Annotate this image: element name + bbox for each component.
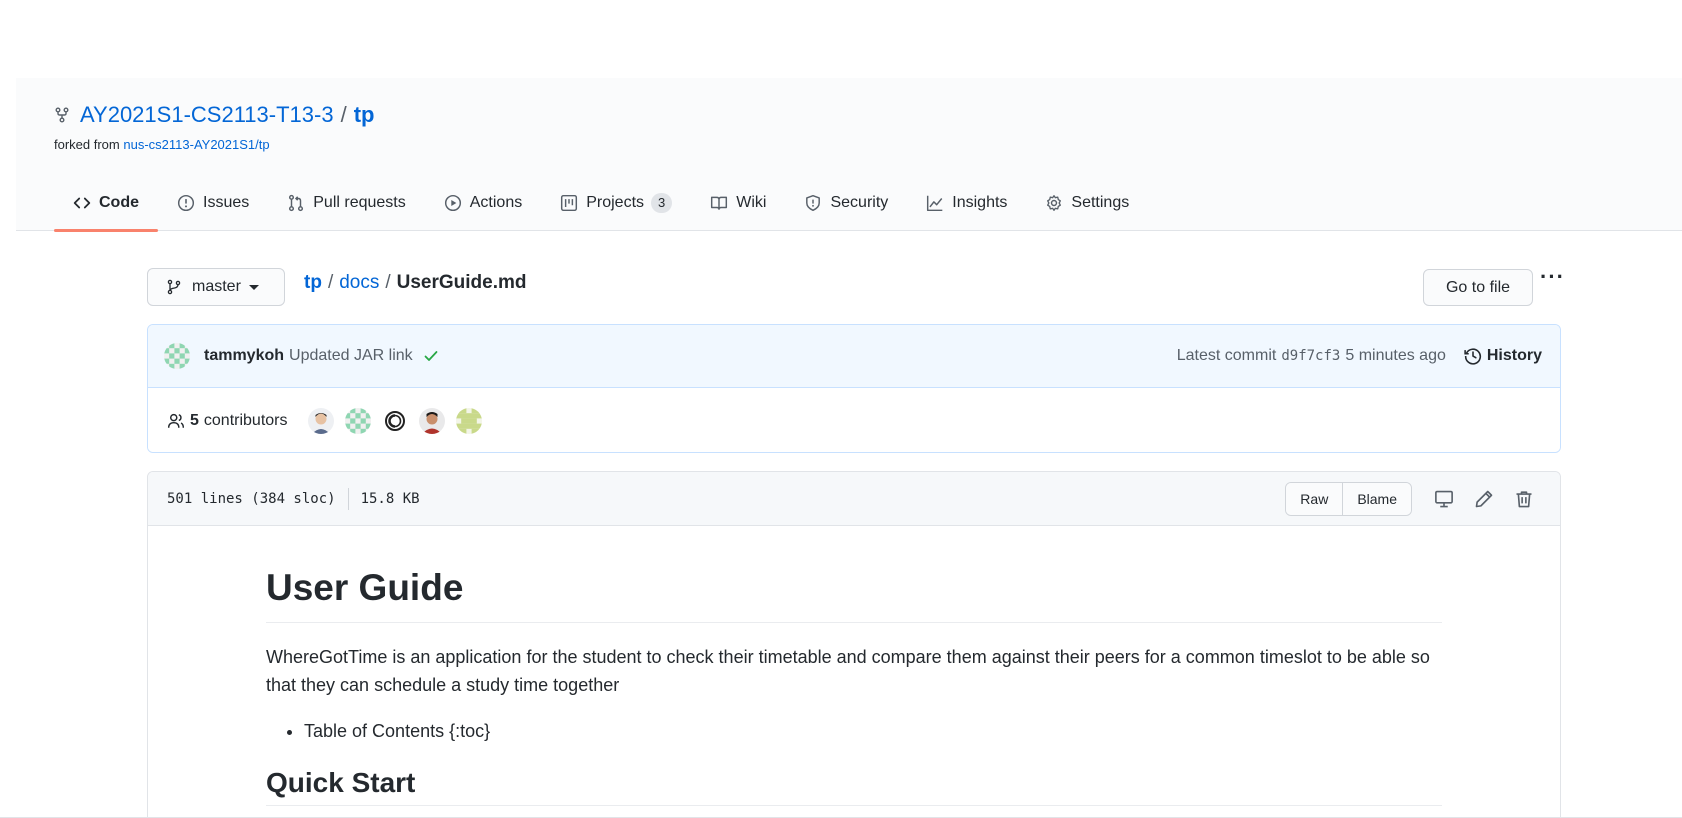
go-to-file-button[interactable]: Go to file (1423, 269, 1533, 306)
markdown-heading-1: User Guide (266, 566, 1442, 624)
forked-from-text: forked from nus-cs2113-AY2021S1/tp (54, 137, 270, 152)
contributor-avatar[interactable] (344, 407, 371, 434)
latest-commit-box: tammykoh Updated JAR link Latest commit … (147, 324, 1561, 453)
contributors-count[interactable]: 5 (190, 412, 199, 430)
repo-owner-link[interactable]: AY2021S1-CS2113-T13-3 (80, 102, 334, 128)
file-info: 501 lines (384 sloc) 15.8 KB (167, 487, 420, 510)
repo-name-link[interactable]: tp (354, 102, 375, 128)
history-link[interactable]: History (1464, 347, 1542, 365)
author-avatar[interactable] (164, 343, 190, 369)
repo-forked-icon (55, 107, 69, 123)
file-header: 501 lines (384 sloc) 15.8 KB Raw Blame (148, 472, 1560, 526)
commit-time: 5 minutes ago (1345, 347, 1446, 364)
pencil-icon[interactable] (1474, 489, 1494, 509)
tab-insights-label: Insights (952, 193, 1008, 211)
more-options-icon[interactable]: ··· (1540, 266, 1565, 288)
breadcrumb-separator: / (327, 272, 334, 293)
desktop-icon[interactable] (1434, 489, 1454, 509)
file-view-buttons: Raw Blame (1285, 481, 1412, 516)
history-icon (1464, 348, 1481, 365)
tab-settings-label: Settings (1071, 193, 1130, 211)
repo-title-separator: / (340, 102, 347, 127)
file-viewer: 501 lines (384 sloc) 15.8 KB Raw Blame U… (147, 471, 1561, 818)
tab-projects-label: Projects (586, 193, 645, 211)
play-icon (444, 194, 461, 211)
forked-from-prefix: forked from (54, 137, 120, 152)
history-label: History (1486, 347, 1542, 364)
branch-select-button[interactable]: master (147, 268, 285, 306)
contributors-row: 5 contributors (148, 388, 1560, 452)
file-actions (1424, 489, 1544, 509)
breadcrumb-current-file: UserGuide.md (396, 272, 527, 293)
chevron-down-icon (248, 284, 259, 290)
contributor-avatar[interactable] (455, 407, 482, 434)
commit-author-link[interactable]: tammykoh (204, 347, 284, 365)
gear-icon (1047, 194, 1062, 211)
file-line-count: 501 lines (384 sloc) (167, 490, 336, 507)
tab-wiki[interactable]: Wiki (691, 174, 785, 231)
tab-issues[interactable]: Issues (158, 174, 268, 231)
people-icon (167, 413, 185, 428)
project-icon (561, 194, 578, 211)
markdown-body: User Guide WhereGotTime is an applicatio… (148, 526, 1560, 807)
contributor-avatar[interactable] (418, 407, 445, 434)
markdown-paragraph: WhereGotTime is an application for the s… (266, 647, 1430, 696)
check-icon[interactable] (423, 348, 439, 364)
tab-code[interactable]: Code (54, 174, 158, 232)
code-icon (73, 197, 91, 208)
tab-insights[interactable]: Insights (907, 174, 1026, 231)
tab-actions[interactable]: Actions (425, 174, 541, 231)
commit-summary-row: tammykoh Updated JAR link Latest commit … (148, 325, 1560, 388)
forked-from-link[interactable]: nus-cs2113-AY2021S1/tp (123, 137, 269, 152)
repo-header: AY2021S1-CS2113-T13-3 / tp forked from n… (16, 78, 1682, 232)
raw-button[interactable]: Raw (1286, 482, 1343, 515)
graph-icon (927, 195, 943, 211)
file-size: 15.8 KB (360, 490, 420, 507)
breadcrumb-repo-link[interactable]: tp (304, 272, 322, 294)
contributors-label[interactable]: contributors (204, 412, 288, 430)
breadcrumb-folder-link[interactable]: docs (339, 272, 379, 294)
tab-projects[interactable]: Projects 3 (541, 174, 691, 231)
issue-icon (177, 194, 195, 211)
breadcrumb-separator: / (385, 272, 391, 293)
commit-message-link[interactable]: Updated JAR link (289, 347, 413, 365)
repo-title: AY2021S1-CS2113-T13-3 / tp (54, 102, 374, 128)
tab-issues-label: Issues (203, 193, 250, 211)
shield-icon (806, 194, 821, 211)
tab-pull-requests[interactable]: Pull requests (268, 174, 425, 231)
tab-pull-requests-label: Pull requests (313, 193, 406, 211)
tab-actions-label: Actions (469, 193, 523, 211)
markdown-list-item: Table of Contents {:toc} (304, 717, 1442, 745)
tab-security-label: Security (830, 193, 889, 211)
commit-sha-link[interactable]: d9f7cf3 (1281, 348, 1340, 364)
tab-wiki-label: Wiki (736, 193, 767, 211)
latest-commit-label: Latest commit (1176, 347, 1277, 364)
tab-settings[interactable]: Settings (1026, 174, 1148, 231)
projects-count-badge: 3 (651, 192, 673, 213)
markdown-heading-2: Quick Start (266, 767, 1442, 807)
blame-button[interactable]: Blame (1342, 482, 1411, 515)
branch-name: master (192, 278, 241, 295)
book-icon (711, 196, 728, 210)
markdown-list: Table of Contents {:toc} (266, 717, 1442, 745)
commit-meta: Latest commit d9f7cf3 5 minutes ago Hist… (1177, 347, 1542, 365)
file-info-divider (347, 487, 349, 510)
git-branch-icon (167, 279, 181, 295)
pull-request-icon (289, 194, 304, 211)
tab-code-label: Code (99, 193, 139, 211)
tab-security[interactable]: Security (785, 174, 907, 231)
trash-icon[interactable] (1514, 489, 1534, 509)
contributor-avatar[interactable] (307, 407, 334, 434)
breadcrumb: tp / docs / UserGuide.md (304, 272, 527, 294)
contributor-avatars (307, 407, 493, 434)
repo-nav-tabs: Code Issues Pull requests Actions Projec… (54, 174, 1148, 232)
contributor-avatar[interactable] (381, 407, 408, 434)
